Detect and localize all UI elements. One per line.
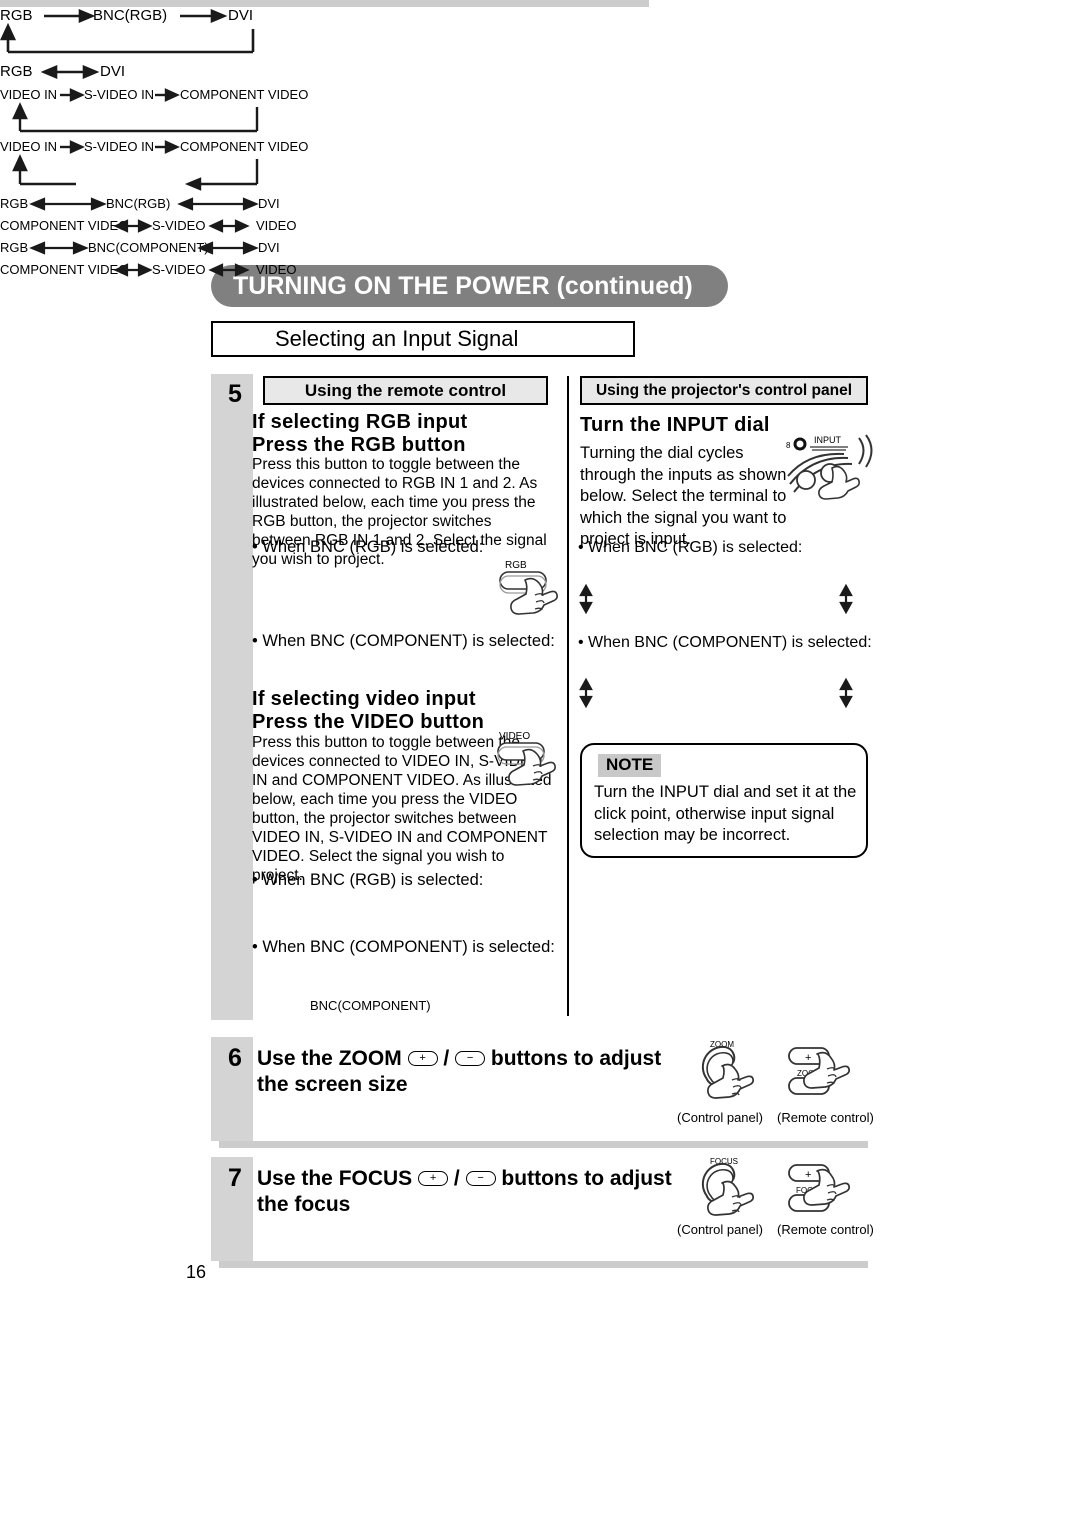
- step-6-title-suffix: buttons to adjust: [490, 1047, 662, 1070]
- dial-diagram-1-bottom: COMPONENT VIDEO S-VIDEO VIDEO: [0, 217, 1080, 239]
- step-6-number: 6: [228, 1044, 242, 1072]
- focus-minus-button[interactable]: −: [465, 1170, 496, 1186]
- section-title: Selecting an Input Signal: [275, 326, 519, 351]
- section-title-box: Selecting an Input Signal: [211, 321, 635, 357]
- zoom-plus-button[interactable]: +: [407, 1050, 438, 1066]
- manual-page: TURNING ON THE POWER (continued) Selecti…: [0, 0, 1080, 1528]
- focus-control-panel-graphic: FOCUS: [701, 1157, 755, 1216]
- page-number: 16: [186, 1262, 207, 1282]
- diagram2-arrows: [40, 65, 100, 79]
- video-cycle-diagram-1: VIDEO IN S-VIDEO IN COMPONENT VIDEO: [0, 87, 1080, 139]
- rdiagram1b-arrows: [113, 219, 250, 233]
- diagram1-arrows: [0, 9, 255, 54]
- step-5-number-column: [211, 374, 253, 1020]
- rdiagram1-arrows: [29, 197, 259, 211]
- step-7-title-separator: /: [453, 1167, 460, 1190]
- video-button-text: VIDEO: [499, 731, 530, 742]
- step-6-title-separator: /: [443, 1047, 450, 1070]
- note-badge: NOTE: [598, 754, 662, 777]
- rdiagram2-arrows: [29, 241, 259, 255]
- dial-bullet-1: • When BNC (RGB) is selected:: [578, 539, 803, 556]
- rgb-button-graphic: RGB: [499, 560, 558, 615]
- step-6-title-prefix: Use the ZOOM: [257, 1047, 402, 1070]
- rgb-heading-line1: If selecting RGB input: [252, 411, 468, 433]
- step-6-title: Use the ZOOM + / − buttons to adjust the…: [257, 1046, 661, 1098]
- input-dial-marker: 8: [786, 441, 791, 450]
- input-dial-graphic: 8 INPUT: [786, 434, 873, 500]
- note-text: Turn the INPUT dial and set it at the cl…: [594, 783, 857, 844]
- focus-remote-plus: +: [805, 1169, 811, 1181]
- step-5-number: 5: [228, 380, 242, 408]
- zoom-control-panel-caption: (Control panel): [677, 1110, 763, 1125]
- video-heading-line1: If selecting video input: [252, 688, 476, 710]
- video-button-graphic: VIDEO: [497, 731, 556, 786]
- rgb-heading: If selecting RGB input Press the RGB but…: [252, 411, 552, 457]
- step-7-title: Use the FOCUS + / − buttons to adjust th…: [257, 1166, 672, 1218]
- focus-control-panel-caption: (Control panel): [677, 1222, 763, 1237]
- rgb-cycle-diagram-1: RGB BNC(RGB) DVI: [0, 7, 1080, 63]
- input-dial-paragraph: Turning the dial cycles through the inpu…: [580, 444, 787, 548]
- note-box: NOTE Turn the INPUT dial and set it at t…: [580, 743, 868, 858]
- rgb-bullet-1: • When BNC (RGB) is selected:: [252, 538, 484, 556]
- input-dial-heading: Turn the INPUT dial: [580, 414, 770, 436]
- header-remote-control: Using the remote control: [263, 376, 548, 405]
- header-remote-control-label: Using the remote control: [304, 380, 507, 400]
- header-control-panel-label: Using the projector's control panel: [595, 381, 853, 399]
- dial-diagram-2-vertical-arrows: [579, 677, 853, 709]
- column-divider: [567, 376, 569, 1016]
- diagram3-arrows: [12, 88, 259, 133]
- rgb-bullet-2: • When BNC (COMPONENT) is selected:: [252, 632, 555, 650]
- step-7-title-suffix: buttons to adjust: [501, 1167, 672, 1190]
- video-cycle-diagram-2: VIDEO IN S-VIDEO IN COMPONENT VIDEO: [0, 139, 1080, 195]
- zoom-minus-button[interactable]: −: [455, 1050, 486, 1066]
- rgb-cycle-diagram-2: RGB DVI: [0, 63, 1080, 87]
- video-bullet-1: • When BNC (RGB) is selected:: [252, 871, 484, 889]
- zoom-remote-graphic: + ZOOM −: [788, 1047, 851, 1095]
- rdiagram2b-arrows: [113, 263, 250, 277]
- step-6-shadow: [219, 1141, 868, 1148]
- input-dial-label: INPUT: [814, 435, 842, 445]
- header-control-panel: Using the projector's control panel: [580, 376, 868, 405]
- zoom-control-panel-graphic: ZOOM: [701, 1040, 755, 1099]
- dial-diagram-1-top: RGB BNC(RGB) DVI: [0, 195, 1080, 217]
- step-7-number: 7: [228, 1164, 242, 1192]
- step-7-shadow: [219, 1261, 868, 1268]
- rgb-button-text: RGB: [505, 560, 527, 571]
- dial-diagram-2-top: RGB BNC(COMPONENT) DVI: [0, 239, 1080, 261]
- step-7-title-line2: the focus: [257, 1193, 351, 1216]
- step-7-title-prefix: Use the FOCUS: [257, 1167, 413, 1190]
- diagram4-arrows: [12, 140, 259, 191]
- diagram4-node-d: BNC(COMPONENT): [310, 998, 431, 1013]
- video-bullet-2: • When BNC (COMPONENT) is selected:: [252, 938, 555, 956]
- dial-diagram-1-vertical-arrows: [579, 583, 853, 615]
- focus-remote-caption: (Remote control): [777, 1222, 874, 1237]
- zoom-remote-plus: +: [805, 1052, 811, 1064]
- focus-plus-button[interactable]: +: [418, 1170, 449, 1186]
- rgb-heading-line2: Press the RGB button: [252, 434, 466, 456]
- step-6-title-line2: the screen size: [257, 1073, 408, 1096]
- zoom-remote-caption: (Remote control): [777, 1110, 874, 1125]
- step-5-shadow: [0, 0, 649, 7]
- focus-remote-graphic: + FOCUS −: [788, 1164, 851, 1212]
- dial-bullet-2: • When BNC (COMPONENT) is selected:: [578, 634, 872, 651]
